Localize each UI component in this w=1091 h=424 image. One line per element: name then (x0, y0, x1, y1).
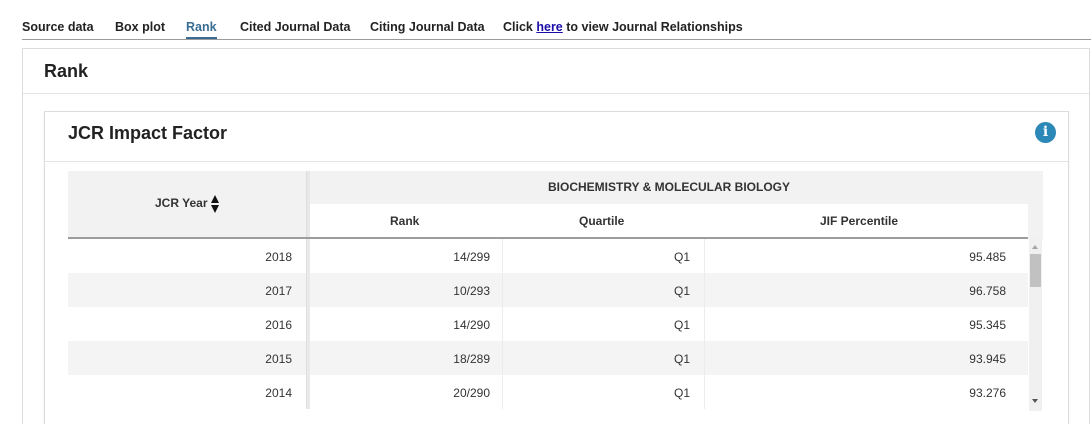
rank-cell: 18/289 (453, 352, 490, 366)
rank-cell: 20/290 (453, 386, 490, 400)
tab-citing-journal-data[interactable]: Citing Journal Data (370, 20, 485, 34)
table-row: 2016 14/290 Q1 95.345 (68, 307, 1028, 341)
relationships-here-link[interactable]: here (536, 20, 562, 34)
tab-bar-divider (22, 39, 1091, 40)
rank-cell: 10/293 (453, 284, 490, 298)
tab-box-plot[interactable]: Box plot (115, 20, 165, 34)
table-row: 2015 18/289 Q1 93.945 (68, 341, 1028, 375)
jcr-year-header[interactable]: JCR Year (68, 171, 306, 237)
rank-panel-header: Rank (23, 49, 1089, 94)
quartile-column-header: Quartile (579, 214, 625, 228)
quartile-cell: Q1 (673, 284, 690, 298)
year-cell: 2018 (265, 250, 292, 264)
table-header: JCR Year BIOCHEMISTRY & MOLECULAR BIOLOG… (68, 171, 1028, 409)
percentile-cell: 93.945 (969, 352, 1006, 366)
jcr-year-label: JCR Year (155, 196, 208, 210)
table-scrollbar[interactable] (1029, 239, 1042, 411)
table-body: 2018 14/299 Q1 95.485 2017 10/293 Q1 96.… (68, 239, 1028, 409)
year-cell: 2014 (265, 386, 292, 400)
quartile-cell: Q1 (673, 352, 690, 366)
tab-source-data[interactable]: Source data (22, 20, 94, 34)
table-row: 2018 14/299 Q1 95.485 (68, 239, 1028, 273)
scroll-up-icon[interactable] (1032, 245, 1038, 249)
jcr-panel-header: JCR Impact Factor i (45, 112, 1068, 162)
quartile-cell: Q1 (673, 386, 690, 400)
rank-table: JCR Year BIOCHEMISTRY & MOLECULAR BIOLOG… (68, 171, 1045, 411)
rank-cell: 14/299 (453, 250, 490, 264)
quartile-cell: Q1 (673, 250, 690, 264)
category-header: BIOCHEMISTRY & MOLECULAR BIOLOGY (547, 180, 790, 194)
percentile-cell: 95.345 (969, 318, 1006, 332)
year-cell: 2017 (265, 284, 292, 298)
jif-percentile-column-header: JIF Percentile (820, 214, 899, 228)
jcr-panel-title: JCR Impact Factor (68, 123, 228, 143)
rank-cell: 14/290 (453, 318, 490, 332)
sort-icon[interactable] (210, 195, 220, 215)
table-row: 2014 20/290 Q1 93.276 (68, 375, 1028, 409)
quartile-cell: Q1 (673, 318, 690, 332)
tab-rank[interactable]: Rank (186, 20, 217, 40)
panel-title: Rank (44, 61, 89, 81)
year-cell: 2015 (265, 352, 292, 366)
tab-bar: Source data Box plot Rank Cited Journal … (0, 0, 1091, 40)
relationships-prefix: Click (503, 20, 537, 34)
percentile-cell: 96.758 (969, 284, 1006, 298)
rank-panel: Rank JCR Impact Factor i JCR Year BIOCHE… (22, 48, 1090, 424)
percentile-cell: 95.485 (969, 250, 1006, 264)
scrollbar-thumb[interactable] (1030, 254, 1041, 287)
info-circle-icon[interactable]: i (1035, 122, 1056, 143)
table-row: 2017 10/293 Q1 96.758 (68, 273, 1028, 307)
rank-column-header: Rank (390, 214, 420, 228)
scrollbar-header-gap (1028, 171, 1043, 239)
relationships-suffix: to view Journal Relationships (562, 20, 743, 34)
jcr-impact-factor-panel: JCR Impact Factor i JCR Year BIOCHEMISTR… (44, 111, 1069, 424)
tab-cited-journal-data[interactable]: Cited Journal Data (240, 20, 350, 34)
percentile-cell: 93.276 (969, 386, 1006, 400)
year-cell: 2016 (265, 318, 292, 332)
subheader-row: Rank Quartile JIF Percentile (310, 204, 1028, 238)
tab-journal-relationships: Click here to view Journal Relationships (503, 20, 743, 34)
scroll-down-icon[interactable] (1032, 399, 1038, 403)
